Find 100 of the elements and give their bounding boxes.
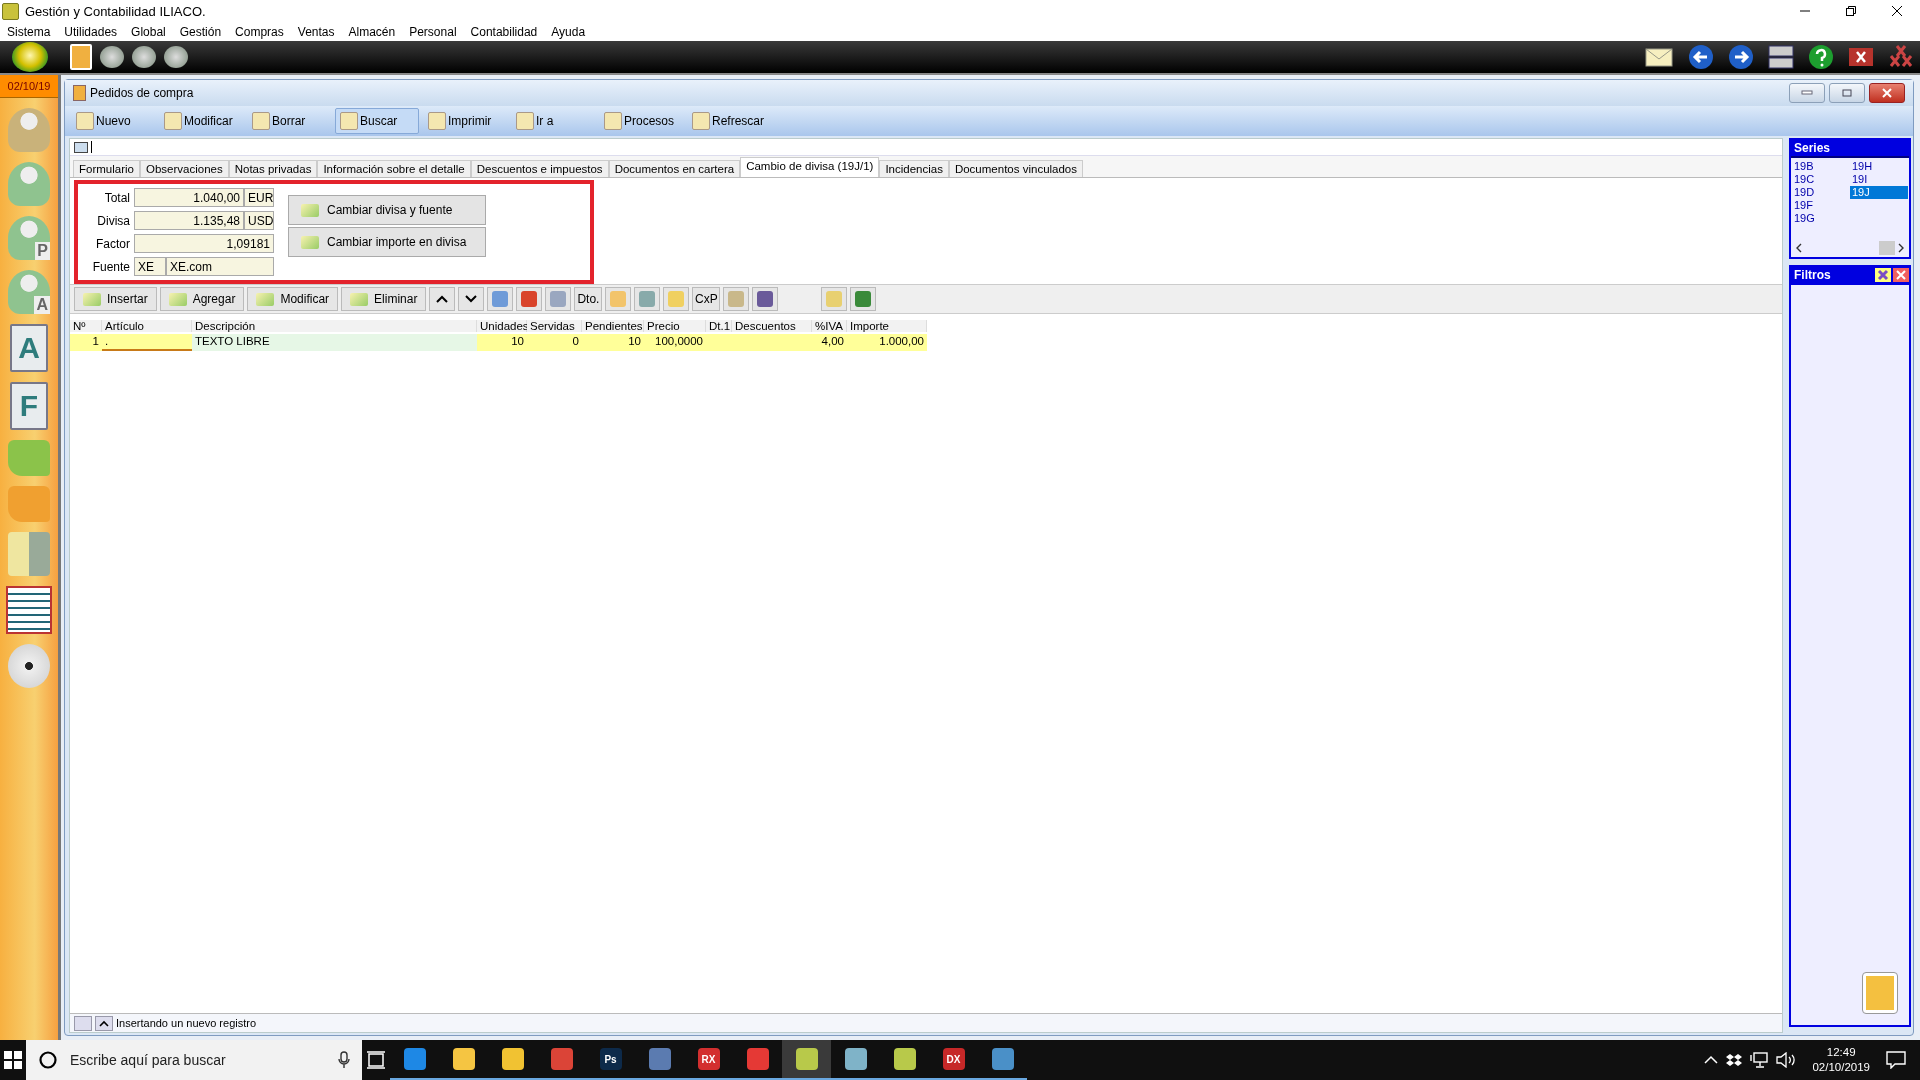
down-chevron-icon[interactable] bbox=[458, 287, 485, 311]
column-header[interactable]: %IVA bbox=[812, 320, 847, 332]
chevron-up-icon[interactable] bbox=[1704, 1055, 1719, 1065]
horizontal-scrollbar[interactable] bbox=[1791, 239, 1909, 257]
search-icon[interactable] bbox=[38, 1050, 58, 1070]
close-all-icon[interactable] bbox=[1888, 44, 1914, 70]
task-view-icon[interactable] bbox=[366, 1051, 386, 1069]
list-item[interactable]: 19F bbox=[1792, 199, 1850, 212]
menu-item[interactable]: Sistema bbox=[7, 24, 51, 39]
right-chevron-icon[interactable] bbox=[1897, 243, 1905, 253]
column-header[interactable]: Unidades bbox=[477, 320, 527, 332]
column-header[interactable]: Pendientes bbox=[582, 320, 644, 332]
tab[interactable]: Documentos en cartera bbox=[608, 160, 741, 177]
taskbar-app[interactable] bbox=[782, 1040, 831, 1080]
clock-date[interactable]: 02/10/2019 bbox=[1812, 1060, 1870, 1075]
envelope-icon[interactable] bbox=[1644, 45, 1674, 69]
column-header[interactable]: Descuentos bbox=[732, 320, 812, 332]
column-header[interactable]: Descripción bbox=[192, 320, 477, 332]
tab[interactable]: Cambio de divisa (19J/1) bbox=[740, 157, 880, 177]
windows-start-icon[interactable] bbox=[4, 1051, 22, 1069]
toolbar-button[interactable]: Borrar bbox=[247, 108, 331, 134]
input-field[interactable]: 1.135,48 bbox=[134, 211, 244, 230]
input-field[interactable]: 1,09181 bbox=[134, 234, 274, 253]
close-icon[interactable] bbox=[1848, 47, 1874, 67]
action-button[interactable]: Cambiar importe en divisa bbox=[288, 227, 486, 257]
up-chevron-icon[interactable] bbox=[95, 1015, 113, 1031]
list-item[interactable]: 19D bbox=[1792, 186, 1850, 199]
menu-item[interactable]: Ayuda bbox=[551, 24, 586, 39]
speaker-icon[interactable] bbox=[1776, 1052, 1797, 1068]
doc-icon[interactable]: A bbox=[10, 324, 48, 372]
list-item[interactable]: 19H bbox=[1850, 160, 1908, 173]
box-icon[interactable] bbox=[1726, 1053, 1743, 1067]
menu-item[interactable]: Global bbox=[131, 24, 166, 39]
toolbar-button[interactable]: Buscar bbox=[335, 108, 419, 134]
menu-item[interactable]: Utilidades bbox=[64, 24, 118, 39]
tab[interactable]: Incidencias bbox=[879, 160, 949, 177]
input-field[interactable]: XE.com bbox=[166, 257, 274, 276]
menu-item[interactable]: Gestión bbox=[179, 24, 222, 39]
network-icon[interactable] bbox=[1750, 1052, 1769, 1068]
list-item[interactable]: 19G bbox=[1792, 212, 1850, 225]
windows-tile-icon[interactable] bbox=[1768, 45, 1794, 69]
taskbar-app[interactable]: RX bbox=[684, 1040, 733, 1080]
toolbar-button[interactable]: Procesos bbox=[599, 108, 683, 134]
doc-icon[interactable]: F bbox=[10, 382, 48, 430]
microphone-icon[interactable] bbox=[338, 1051, 350, 1069]
toolbar-button[interactable]: CxP bbox=[692, 287, 721, 311]
person-icon[interactable]: P bbox=[8, 216, 50, 260]
taskbar-app[interactable]: DX bbox=[929, 1040, 978, 1080]
list-item[interactable]: 19I bbox=[1850, 173, 1908, 186]
toolbar-button[interactable]: Eliminar bbox=[341, 287, 427, 311]
column-header[interactable]: Artículo bbox=[102, 320, 192, 332]
restore-icon[interactable] bbox=[1845, 5, 1857, 17]
input-field[interactable]: EUR bbox=[244, 188, 274, 207]
toolbar-button[interactable]: Modificar bbox=[159, 108, 243, 134]
action-button[interactable]: Cambiar divisa y fuente bbox=[288, 195, 486, 225]
menu-item[interactable]: Ventas bbox=[297, 24, 335, 39]
menu-item[interactable]: Almacén bbox=[348, 24, 396, 39]
clock-time[interactable]: 12:49 bbox=[1826, 1045, 1856, 1060]
input-field[interactable]: XE bbox=[134, 257, 166, 276]
list-item[interactable]: 19B bbox=[1792, 160, 1850, 173]
tab[interactable]: Formulario bbox=[73, 160, 140, 177]
toolbar-button[interactable]: Imprimir bbox=[423, 108, 507, 134]
tab[interactable]: Documentos vinculados bbox=[948, 160, 1083, 177]
clear-filter-icon[interactable] bbox=[1875, 268, 1891, 282]
tab[interactable]: Información sobre el detalle bbox=[317, 160, 471, 177]
notebook-icon[interactable] bbox=[6, 586, 52, 634]
record-icon[interactable] bbox=[74, 141, 88, 153]
taskbar-app[interactable]: Ps bbox=[586, 1040, 635, 1080]
disc-icon[interactable] bbox=[8, 644, 50, 688]
tab[interactable]: Notas privadas bbox=[228, 160, 318, 177]
column-header[interactable]: Nº bbox=[70, 320, 102, 332]
toolbar-button[interactable]: Dto. bbox=[574, 287, 603, 311]
menu-item[interactable]: Contabilidad bbox=[470, 24, 538, 39]
toolbar-button[interactable]: Refrescar bbox=[687, 108, 771, 134]
tab[interactable]: Observaciones bbox=[139, 160, 229, 177]
column-header[interactable]: Servidas bbox=[527, 320, 582, 332]
close-icon[interactable] bbox=[1891, 5, 1903, 17]
toolbar-button[interactable]: Ir a bbox=[511, 108, 595, 134]
search-field[interactable]: Escribe aquí para buscar bbox=[26, 1040, 362, 1080]
left-chevron-icon[interactable] bbox=[1795, 243, 1803, 253]
orb-icon[interactable] bbox=[12, 42, 48, 72]
list-item[interactable]: 19C bbox=[1792, 173, 1850, 186]
toolbar-button[interactable]: Insertar bbox=[74, 287, 157, 311]
toolbar-button[interactable]: Agregar bbox=[159, 287, 245, 311]
menu-item[interactable]: Compras bbox=[235, 24, 284, 39]
toolbar-button[interactable]: Nuevo bbox=[71, 108, 155, 134]
list-item[interactable]: 19J bbox=[1850, 186, 1908, 199]
input-field[interactable]: 1.040,00 bbox=[134, 188, 244, 207]
scrollbar-thumb[interactable] bbox=[1879, 241, 1895, 255]
close-button[interactable] bbox=[1869, 83, 1905, 103]
column-header[interactable]: Precio bbox=[644, 320, 706, 332]
search-input[interactable]: Escribe aquí para buscar bbox=[68, 1051, 328, 1069]
person-icon[interactable]: A bbox=[8, 270, 50, 314]
input-field[interactable]: USD bbox=[244, 211, 274, 230]
notification-icon[interactable] bbox=[1886, 1051, 1906, 1069]
column-header[interactable]: Dt.1 bbox=[706, 320, 732, 332]
up-chevron-icon[interactable] bbox=[429, 287, 456, 311]
menu-item[interactable]: Personal bbox=[409, 24, 457, 39]
toolbar-button[interactable]: Modificar bbox=[247, 287, 339, 311]
tab[interactable]: Descuentos e impuestos bbox=[470, 160, 609, 177]
